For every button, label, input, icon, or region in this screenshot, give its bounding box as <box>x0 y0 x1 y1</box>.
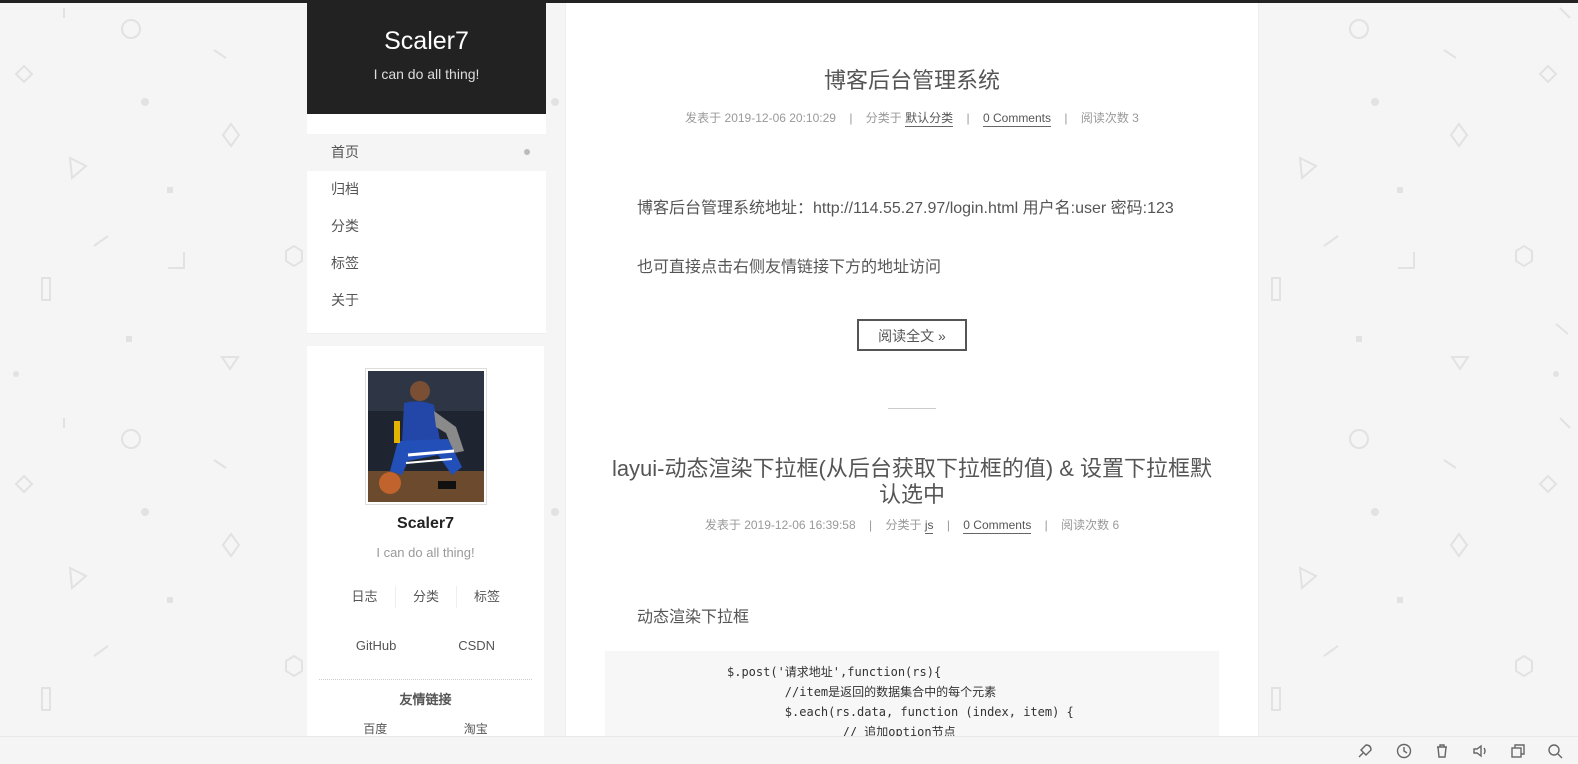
active-indicator-dot <box>524 149 530 155</box>
menu-item-label: 关于 <box>331 292 359 308</box>
read-more-wrap: 阅读全文 » <box>566 319 1258 351</box>
post-comments-link[interactable]: 0 Comments <box>982 111 1051 127</box>
code-line: // 追加option节点 <box>727 725 956 736</box>
friend-links: 百度 淘宝 <box>307 720 544 737</box>
window-icon[interactable] <box>1509 742 1527 760</box>
post-category-link[interactable]: 默认分类 <box>905 111 954 127</box>
rocket-icon[interactable] <box>1356 742 1374 760</box>
category-label: 分类于 <box>885 518 922 532</box>
trash-icon[interactable] <box>1433 742 1451 760</box>
menu-item-categories[interactable]: 分类 <box>307 208 546 245</box>
code-line: //item是返回的数据集合中的每个元素 <box>727 685 997 699</box>
site-subtitle: I can do all thing! <box>373 66 480 82</box>
post-title[interactable]: layui-动态渲染下拉框(从后台获取下拉框的值) & 设置下拉框默认选中 <box>566 456 1258 508</box>
menu-item-archive[interactable]: 归档 <box>307 171 546 208</box>
post-comments-link[interactable]: 0 Comments <box>963 518 1032 534</box>
post-category-link[interactable]: js <box>924 518 934 534</box>
divider <box>319 679 532 680</box>
profile-card: Scaler7 I can do all thing! 日志 分类 标签 Git… <box>307 346 544 736</box>
posted-label: 发表于 <box>685 111 722 125</box>
meta-separator: | <box>868 518 873 532</box>
stat-categories[interactable]: 分类 <box>395 586 456 608</box>
post-item: 博客后台管理系统 发表于 2019-12-06 20:10:29 | 分类于 默… <box>566 3 1258 409</box>
code-block: $.post('请求地址',function(rs){ //item是返回的数据… <box>605 651 1219 736</box>
menu-item-label: 归档 <box>331 181 359 197</box>
post-read-count: 阅读次数 6 <box>1061 518 1120 532</box>
sidebar-menu: 首页 归档 分类 标签 关于 <box>307 114 546 334</box>
avatar-image <box>367 371 484 502</box>
stat-tags[interactable]: 标签 <box>456 586 517 608</box>
profile-description: I can do all thing! <box>376 545 475 560</box>
bottom-toolbar <box>0 736 1578 764</box>
meta-separator: | <box>1044 518 1048 532</box>
meta-separator: | <box>1064 111 1068 125</box>
post-body-text: 动态渲染下拉框 <box>637 609 750 626</box>
history-icon[interactable] <box>1395 742 1413 760</box>
menu-item-label: 标签 <box>331 255 359 271</box>
main-content: 博客后台管理系统 发表于 2019-12-06 20:10:29 | 分类于 默… <box>565 3 1259 736</box>
volume-icon[interactable] <box>1471 742 1489 760</box>
meta-separator: | <box>966 111 970 125</box>
post-title[interactable]: 博客后台管理系统 <box>566 63 1258 95</box>
code-line: $.each(rs.data, function (index, item) { <box>727 705 1074 719</box>
friend-link-baidu[interactable]: 百度 <box>363 720 387 737</box>
search-icon[interactable] <box>1546 742 1564 760</box>
code-line: $.post('请求地址',function(rs){ <box>727 665 942 679</box>
profile-stats: 日志 分类 标签 <box>307 586 544 608</box>
menu-item-label: 分类 <box>331 218 359 234</box>
post-body-text: 博客后台管理系统地址：http://114.55.27.97/login.htm… <box>637 200 1174 217</box>
menu-item-about[interactable]: 关于 <box>307 282 546 319</box>
site-brand: Scaler7 I can do all thing! <box>307 3 546 114</box>
profile-name: Scaler7 <box>397 515 454 532</box>
post-item: layui-动态渲染下拉框(从后台获取下拉框的值) & 设置下拉框默认选中 发表… <box>566 456 1258 627</box>
friend-link-taobao[interactable]: 淘宝 <box>464 720 488 737</box>
read-more-button[interactable]: 阅读全文 » <box>857 319 967 351</box>
social-links: GitHub CSDN <box>307 638 544 653</box>
csdn-link[interactable]: CSDN <box>458 638 495 653</box>
posted-label: 发表于 <box>704 518 741 532</box>
post-date: 2019-12-06 20:10:29 <box>724 111 836 125</box>
avatar <box>364 368 487 505</box>
meta-separator: | <box>946 518 950 532</box>
menu-item-home[interactable]: 首页 <box>307 134 546 171</box>
post-meta: 发表于 2019-12-06 20:10:29 | 分类于 默认分类 | 0 C… <box>566 109 1258 127</box>
post-meta: 发表于 2019-12-06 16:39:58 | 分类于 js | 0 Com… <box>566 516 1258 534</box>
friend-links-title: 友情链接 <box>399 692 452 707</box>
stat-posts[interactable]: 日志 <box>334 586 395 608</box>
post-separator <box>888 408 936 409</box>
post-read-count: 阅读次数 3 <box>1080 111 1139 125</box>
github-link[interactable]: GitHub <box>356 638 396 653</box>
post-date: 2019-12-06 16:39:58 <box>744 518 856 532</box>
menu-item-tags[interactable]: 标签 <box>307 245 546 282</box>
category-label: 分类于 <box>865 111 902 125</box>
menu-item-label: 首页 <box>331 144 359 160</box>
meta-separator: | <box>849 111 853 125</box>
site-title[interactable]: Scaler7 <box>307 27 546 56</box>
post-body-text: 也可直接点击右侧友情链接下方的地址访问 <box>637 259 942 276</box>
